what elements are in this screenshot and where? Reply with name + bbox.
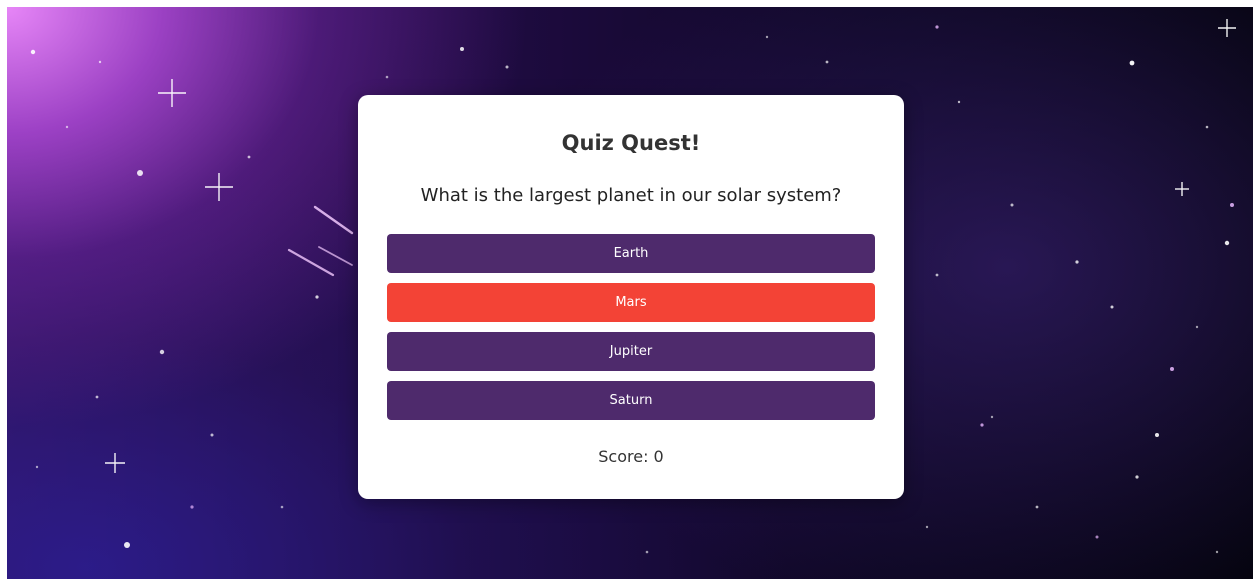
score-display: Score: 0	[598, 447, 664, 466]
quiz-title: Quiz Quest!	[561, 131, 701, 155]
answer-options: Earth Mars Jupiter Saturn	[387, 234, 875, 430]
answer-option-earth[interactable]: Earth	[387, 234, 875, 273]
answer-option-jupiter[interactable]: Jupiter	[387, 332, 875, 371]
question-text: What is the largest planet in our solar …	[420, 185, 842, 206]
space-background: Quiz Quest! What is the largest planet i…	[7, 7, 1253, 579]
answer-option-saturn[interactable]: Saturn	[387, 381, 875, 420]
answer-option-mars[interactable]: Mars	[387, 283, 875, 322]
quiz-card: Quiz Quest! What is the largest planet i…	[358, 95, 904, 499]
